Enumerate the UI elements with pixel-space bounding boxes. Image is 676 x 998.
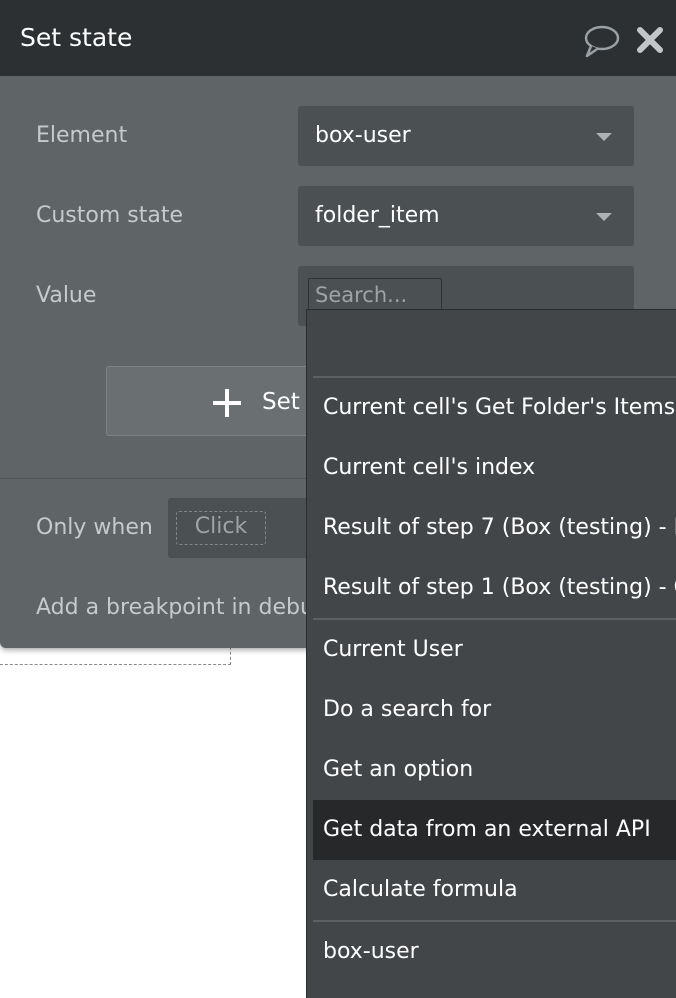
close-icon[interactable] <box>636 26 664 54</box>
dropdown-item[interactable]: Current cell's Get Folder's Items <box>313 378 676 438</box>
dropdown-item-highlighted[interactable]: Get data from an external API <box>313 800 676 860</box>
dropdown-item[interactable]: Do a search for <box>313 680 676 740</box>
set-button-label: Set <box>262 389 300 415</box>
value-search-input[interactable] <box>308 278 442 312</box>
custom-state-label: Custom state <box>36 203 184 228</box>
dropdown-item[interactable]: Result of step 7 (Box (testing) - D <box>313 498 676 558</box>
value-label: Value <box>36 283 97 308</box>
dropdown-item[interactable]: Result of step 1 (Box (testing) - G <box>313 558 676 618</box>
custom-state-select[interactable]: folder_item <box>298 186 634 246</box>
plus-icon <box>213 389 241 417</box>
chevron-down-icon <box>596 213 612 221</box>
element-select-value: box-user <box>315 123 411 148</box>
dropdown-item[interactable]: Current User <box>313 620 676 680</box>
element-select[interactable]: box-user <box>298 106 634 166</box>
chevron-down-icon <box>596 133 612 141</box>
only-when-label: Only when <box>36 515 153 540</box>
only-when-placeholder[interactable]: Click <box>176 511 266 545</box>
dropdown-item[interactable]: box-user <box>313 922 676 982</box>
comment-bubble-icon[interactable] <box>582 24 620 60</box>
only-when-field[interactable]: Click <box>168 498 318 558</box>
dialog-title: Set state <box>20 23 133 52</box>
dialog-header: Set state <box>0 0 676 76</box>
dropdown-item[interactable]: Calculate formula <box>313 860 676 920</box>
value-dropdown-menu: Current cell's Get Folder's Items Curren… <box>306 309 676 998</box>
custom-state-select-value: folder_item <box>315 203 440 228</box>
dropdown-item[interactable]: Current cell's index <box>313 438 676 498</box>
element-label: Element <box>36 123 128 148</box>
dropdown-item[interactable]: Get an option <box>313 740 676 800</box>
